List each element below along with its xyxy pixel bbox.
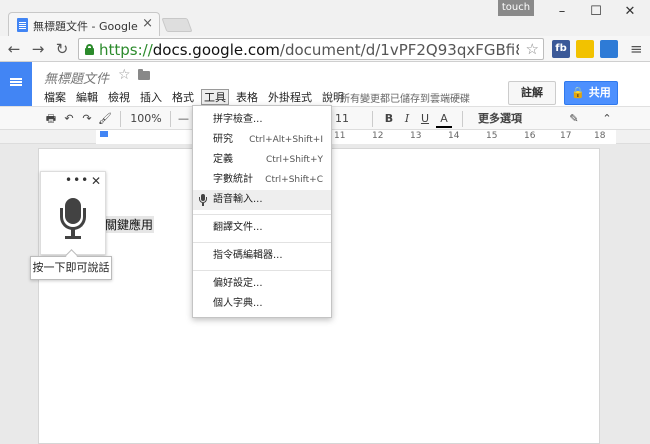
menu-tools[interactable]: 工具	[201, 89, 229, 105]
style-select[interactable]: —	[178, 110, 189, 128]
document-text[interactable]: 關鍵應用	[104, 216, 155, 233]
menu-view[interactable]: 檢視	[108, 90, 130, 106]
menu-separator	[193, 242, 331, 243]
paint-format-icon[interactable]: 🖌	[98, 110, 112, 128]
new-tab-button[interactable]	[161, 18, 193, 32]
ruler-number: 18	[594, 131, 606, 141]
browser-tab[interactable]: 無標題文件 - Google 文件 ×	[8, 12, 160, 36]
docs-header: 無標題文件 ☆ 檔案 編輯 檢視 插入 格式 工具 表格 外掛程式 說明 所有變更都已儲存到雲端…	[0, 62, 650, 106]
address-bar[interactable]: https://docs.google.com/document/d/1vPF2…	[78, 38, 544, 60]
maximize-button[interactable]: ☐	[582, 2, 610, 22]
menu-item-spell-check[interactable]: 拼字檢查...	[193, 110, 331, 130]
document-title[interactable]: 無標題文件	[44, 68, 109, 87]
ruler-track	[96, 130, 616, 144]
indent-marker[interactable]	[100, 131, 108, 137]
bold-button[interactable]: B	[382, 110, 396, 128]
microphone-icon	[199, 194, 207, 206]
menu-file[interactable]: 檔案	[44, 90, 66, 106]
forward-button[interactable]: →	[28, 39, 48, 59]
ruler-number: 13	[410, 131, 422, 141]
back-button[interactable]: ←	[4, 39, 24, 59]
menu-format[interactable]: 格式	[172, 90, 194, 106]
voice-tooltip: 按一下即可說話	[30, 256, 112, 280]
ruler-number: 14	[448, 131, 460, 141]
menu-item-preferences[interactable]: 偏好設定...	[193, 274, 331, 294]
more-options-button[interactable]: 更多選項	[470, 110, 530, 128]
star-document-icon[interactable]: ☆	[118, 67, 131, 83]
menu-bar: 檔案 編輯 檢視 插入 格式 工具 表格 外掛程式 說明	[44, 89, 354, 105]
close-window-button[interactable]: ✕	[616, 2, 644, 22]
voice-typing-panel: ••• ✕	[40, 171, 106, 255]
microphone-icon[interactable]	[60, 198, 88, 244]
minimize-button[interactable]: –	[548, 2, 576, 22]
font-size-select[interactable]: 11	[334, 110, 350, 128]
menu-separator	[193, 270, 331, 271]
italic-button[interactable]: I	[400, 110, 414, 128]
ruler-number: 16	[524, 131, 536, 141]
folder-icon[interactable]	[138, 69, 150, 80]
editing-mode-icon[interactable]: ✎	[566, 110, 582, 128]
voice-close-icon[interactable]: ✕	[91, 174, 101, 188]
share-button[interactable]: 🔒 共用	[564, 81, 618, 105]
toolbar-divider	[372, 111, 373, 127]
cast-extension-icon[interactable]	[576, 40, 594, 58]
menu-table[interactable]: 表格	[236, 90, 258, 106]
menu-item-script-editor[interactable]: 指令碼編輯器...	[193, 246, 331, 266]
bookmark-star-icon[interactable]: ☆	[526, 40, 539, 58]
ruler-number: 12	[372, 131, 384, 141]
menu-item-word-count[interactable]: 字數統計 Ctrl+Shift+C	[193, 170, 331, 190]
toolbar-divider	[462, 111, 463, 127]
browser-titlebar: 無標題文件 - Google 文件 × touch – ☐ ✕	[0, 0, 650, 36]
menu-item-define[interactable]: 定義 Ctrl+Shift+Y	[193, 150, 331, 170]
url-text: https://docs.google.com/document/d/1vPF2…	[99, 41, 519, 59]
reload-button[interactable]: ↻	[52, 39, 72, 59]
ruler-number: 17	[560, 131, 572, 141]
menu-item-research[interactable]: 研究 Ctrl+Alt+Shift+I	[193, 130, 331, 150]
menu-insert[interactable]: 插入	[140, 90, 162, 106]
print-icon[interactable]: 🖶	[44, 110, 58, 128]
docs-home-icon[interactable]	[0, 62, 32, 106]
comments-button[interactable]: 註解	[508, 81, 556, 105]
redo-icon[interactable]: ↷	[80, 110, 94, 128]
browser-toolbar: ← → ↻ https://docs.google.com/document/d…	[0, 36, 650, 62]
underline-button[interactable]: U	[418, 110, 432, 128]
save-status[interactable]: 所有變更都已儲存到雲端硬碟	[340, 90, 470, 105]
tab-close-icon[interactable]: ×	[142, 16, 153, 31]
menu-item-voice-typing[interactable]: 語音輸入...	[193, 190, 331, 210]
menu-separator	[193, 214, 331, 215]
menu-item-translate[interactable]: 翻譯文件...	[193, 218, 331, 238]
undo-icon[interactable]: ↶	[62, 110, 76, 128]
voice-options-icon[interactable]: •••	[65, 173, 89, 187]
lock-icon	[84, 44, 95, 55]
ruler-number: 15	[486, 131, 498, 141]
ruler-number: 11	[334, 131, 346, 141]
facebook-extension-icon[interactable]: fb	[552, 40, 570, 58]
collapse-menu-icon[interactable]: ⌃	[600, 110, 614, 128]
menu-item-personal-dictionary[interactable]: 個人字典...	[193, 294, 331, 314]
docs-favicon-icon	[17, 18, 28, 32]
toolbar-divider	[120, 111, 121, 127]
menu-addons[interactable]: 外掛程式	[268, 90, 312, 106]
menu-edit[interactable]: 編輯	[76, 90, 98, 106]
tab-title: 無標題文件 - Google 文件	[33, 20, 141, 33]
zoom-select[interactable]: 100%	[128, 110, 164, 128]
tools-menu: 拼字檢查... 研究 Ctrl+Alt+Shift+I 定義 Ctrl+Shift+…	[192, 105, 332, 318]
touch-badge: touch	[498, 0, 534, 16]
toolbar-divider	[170, 111, 171, 127]
browser-menu-icon[interactable]: ≡	[630, 40, 643, 58]
text-color-button[interactable]: A	[436, 110, 452, 128]
analytics-extension-icon[interactable]	[600, 40, 618, 58]
